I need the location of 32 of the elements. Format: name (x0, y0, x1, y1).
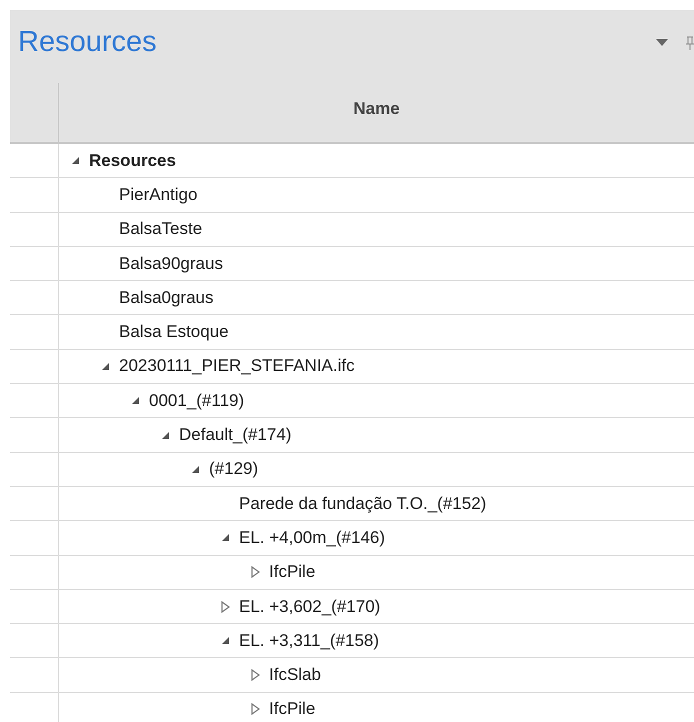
tree-item[interactable]: Balsa Estoque (119, 322, 229, 342)
tree-item[interactable]: IfcPile (269, 699, 316, 720)
collapsed-arrow-icon[interactable] (251, 566, 260, 578)
tree-item[interactable]: IfcPile (269, 562, 316, 582)
tree-item[interactable]: EL. +3,311_(#158) (239, 630, 380, 651)
tree-item[interactable]: Resources (89, 150, 176, 171)
column-header[interactable]: Name (353, 98, 400, 118)
expanded-arrow-icon[interactable] (161, 430, 170, 440)
tree-item[interactable]: Default_(#174) (179, 425, 292, 446)
tree-item[interactable]: 20230111_PIER_STEFANIA.ifc (119, 356, 355, 376)
collapsed-arrow-icon[interactable] (221, 600, 230, 612)
tree-item[interactable]: (#129) (209, 459, 258, 480)
expanded-arrow-icon[interactable] (101, 362, 110, 371)
tree-item[interactable]: Balsa0graus (119, 288, 214, 308)
expanded-arrow-icon[interactable] (221, 533, 230, 542)
pin-icon[interactable] (686, 36, 694, 50)
expanded-arrow-icon[interactable] (191, 464, 200, 474)
panel-title: Resources (18, 26, 158, 59)
tree-item[interactable]: EL. +4,00m_(#146) (239, 528, 386, 548)
tree-item[interactable]: EL. +3,602_(#170) (239, 596, 380, 616)
tree-item[interactable]: IfcSlab (269, 665, 321, 686)
tree-item[interactable]: Parede da fundação T.O._(#152) (239, 494, 486, 514)
tree-item[interactable]: BalsaTeste (119, 219, 202, 240)
expanded-arrow-icon[interactable] (131, 396, 140, 406)
tree-item[interactable]: Balsa90graus (119, 254, 223, 274)
collapsed-arrow-icon[interactable] (251, 703, 260, 716)
tree-item[interactable]: PierAntigo (119, 184, 198, 205)
expanded-arrow-icon[interactable] (71, 156, 80, 166)
collapsed-arrow-icon[interactable] (251, 669, 260, 682)
expanded-arrow-icon[interactable] (221, 636, 230, 646)
dropdown-icon[interactable] (656, 39, 668, 46)
tree-item[interactable]: 0001_(#119) (149, 390, 244, 411)
